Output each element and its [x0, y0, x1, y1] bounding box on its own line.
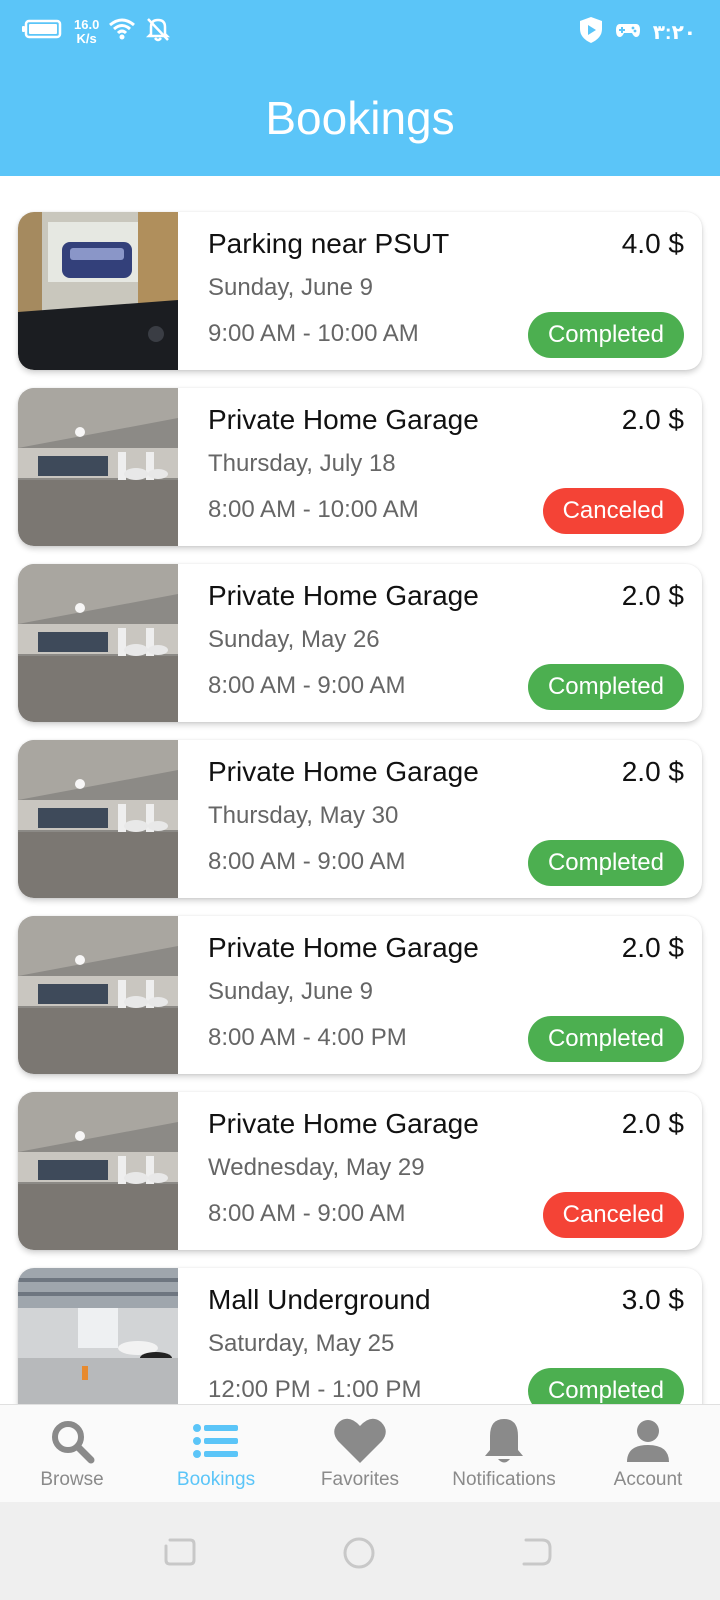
user-icon [576, 1415, 720, 1467]
booking-time: 12:00 PM - 1:00 PM [208, 1376, 422, 1403]
nav-bookings-label: Bookings [176, 1469, 256, 1490]
booking-date: Sunday, June 9 [208, 978, 374, 1005]
muted-bell-icon [145, 16, 171, 47]
shield-icon [579, 16, 603, 49]
booking-time: 9:00 AM - 10:00 AM [208, 320, 419, 347]
status-badge: Canceled [542, 488, 684, 534]
status-badge: Completed [527, 664, 684, 710]
booking-price: 2.0 $ [621, 756, 684, 787]
booking-price: 4.0 $ [621, 228, 684, 259]
bottom-navigation: Browse Bookings Favorites Notifications [0, 1404, 720, 1502]
booking-time: 8:00 AM - 9:00 AM [208, 848, 406, 875]
page-title: Bookings [265, 92, 455, 144]
booking-card[interactable]: Private Home Garage 2.0 $ Thursday, July 1… [18, 388, 702, 546]
system-navigation-bar [0, 1502, 720, 1600]
clock-time: ٣:٢٠ [652, 22, 696, 44]
parking-thumbnail [18, 916, 178, 1074]
nav-browse-label: Browse [40, 1469, 104, 1490]
booking-card[interactable]: Private Home Garage 2.0 $ Sunday, May 26 8:… [18, 564, 702, 722]
nav-notifications[interactable]: Notifications [432, 1405, 576, 1502]
parking-thumbnail [18, 1092, 178, 1250]
nav-favorites[interactable]: Favorites [288, 1405, 432, 1502]
booking-card[interactable]: Parking near PSUT 4.0 $ Sunday, June 9 9:00… [18, 212, 702, 370]
parking-thumbnail [18, 212, 178, 370]
nav-favorites-label: Favorites [320, 1469, 400, 1490]
booking-time: 8:00 AM - 10:00 AM [208, 496, 419, 523]
nav-bookings[interactable]: Bookings [144, 1405, 288, 1502]
parking-name: Private Home Garage [208, 756, 479, 787]
nav-notifications-label: Notifications [452, 1469, 556, 1490]
booking-price: 2.0 $ [621, 932, 684, 963]
gamepad-icon [615, 20, 641, 45]
booking-date: Thursday, May 30 [208, 802, 399, 829]
search-icon [0, 1415, 144, 1467]
booking-time: 8:00 AM - 9:00 AM [208, 1200, 406, 1227]
booking-price: 2.0 $ [621, 580, 684, 611]
booking-card[interactable]: Mall Underground 3.0 $ Saturday, May 25 12:… [18, 1268, 702, 1404]
network-speed-value: 16.0 [74, 16, 100, 32]
home-button[interactable] [342, 1536, 376, 1575]
booking-date: Wednesday, May 29 [208, 1154, 425, 1181]
nav-browse[interactable]: Browse [0, 1405, 144, 1502]
wifi-icon [109, 18, 136, 45]
parking-name: Private Home Garage [208, 1108, 479, 1139]
back-button[interactable] [520, 1536, 552, 1573]
booking-price: 3.0 $ [621, 1284, 684, 1315]
status-badge: Completed [527, 840, 684, 886]
app-header: 16.0 K/s ٣:٢٠ Bookings [0, 0, 720, 176]
parking-thumbnail [18, 564, 178, 722]
status-bar: 16.0 K/s ٣:٢٠ [0, 0, 720, 64]
parking-thumbnail [18, 1268, 178, 1404]
status-badge: Canceled [542, 1192, 684, 1238]
nav-account-label: Account [613, 1469, 683, 1490]
network-speed: 16.0 K/s [74, 16, 100, 46]
heart-icon [288, 1415, 432, 1467]
status-badge: Completed [527, 1016, 684, 1062]
booking-card[interactable]: Private Home Garage 2.0 $ Wednesday, May 2… [18, 1092, 702, 1250]
network-speed-unit: K/s [76, 30, 97, 46]
status-badge: Completed [527, 1368, 684, 1404]
booking-date: Saturday, May 25 [208, 1330, 395, 1357]
booking-price: 2.0 $ [621, 1108, 684, 1139]
parking-name: Private Home Garage [208, 404, 479, 435]
list-icon [144, 1415, 288, 1467]
booking-date: Thursday, July 18 [208, 450, 396, 477]
parking-name: Private Home Garage [208, 580, 479, 611]
booking-card[interactable]: Private Home Garage 2.0 $ Thursday, May 30… [18, 740, 702, 898]
bell-icon [432, 1415, 576, 1467]
booking-price: 2.0 $ [621, 404, 684, 435]
nav-account[interactable]: Account [576, 1405, 720, 1502]
battery-icon [22, 18, 64, 45]
parking-name: Private Home Garage [208, 932, 479, 963]
booking-time: 8:00 AM - 4:00 PM [208, 1024, 407, 1051]
recents-button[interactable] [164, 1536, 196, 1573]
status-badge: Completed [527, 312, 684, 358]
bookings-list[interactable]: Parking near PSUT 4.0 $ Sunday, June 9 9:00… [0, 176, 720, 1404]
parking-thumbnail [18, 388, 178, 546]
parking-thumbnail [18, 740, 178, 898]
booking-date: Sunday, May 26 [208, 626, 380, 653]
parking-name: Parking near PSUT [208, 228, 450, 259]
booking-time: 8:00 AM - 9:00 AM [208, 672, 406, 699]
booking-date: Sunday, June 9 [208, 274, 374, 301]
parking-name: Mall Underground [208, 1284, 431, 1315]
booking-card[interactable]: Private Home Garage 2.0 $ Sunday, June 9 8:… [18, 916, 702, 1074]
